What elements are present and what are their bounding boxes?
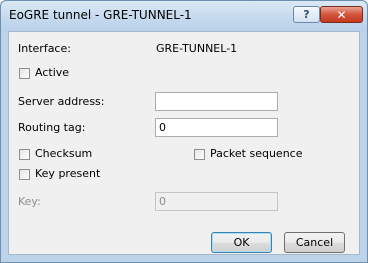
server-address-input[interactable] xyxy=(155,92,278,111)
interface-label: Interface: xyxy=(18,42,71,55)
packet-sequence-label[interactable]: Packet sequence xyxy=(210,147,303,160)
active-label[interactable]: Active xyxy=(35,66,69,79)
key-input xyxy=(155,192,278,211)
active-checkbox[interactable] xyxy=(19,68,30,79)
key-present-checkbox[interactable] xyxy=(19,169,30,180)
help-icon: ? xyxy=(303,8,310,21)
close-button[interactable]: ✕ xyxy=(320,6,363,23)
key-label: Key: xyxy=(18,195,41,208)
interface-value: GRE-TUNNEL-1 xyxy=(156,42,238,55)
close-icon: ✕ xyxy=(336,7,347,22)
checksum-checkbox[interactable] xyxy=(19,149,30,160)
server-address-label: Server address: xyxy=(18,95,105,108)
key-present-label[interactable]: Key present xyxy=(35,167,100,180)
dialog-window: EoGRE tunnel - GRE-TUNNEL-1 ? ✕ Interfac… xyxy=(0,0,368,263)
cancel-button[interactable]: Cancel xyxy=(284,232,345,253)
title-bar[interactable]: EoGRE tunnel - GRE-TUNNEL-1 ? ✕ xyxy=(1,1,367,31)
window-title: EoGRE tunnel - GRE-TUNNEL-1 xyxy=(9,8,192,22)
ok-button[interactable]: OK xyxy=(211,232,272,253)
packet-sequence-checkbox[interactable] xyxy=(194,149,205,160)
dialog-body: Interface: GRE-TUNNEL-1 Active Server ad… xyxy=(8,31,360,255)
routing-tag-label: Routing tag: xyxy=(18,121,86,134)
checksum-label[interactable]: Checksum xyxy=(35,147,92,160)
routing-tag-input[interactable] xyxy=(155,118,278,137)
help-button[interactable]: ? xyxy=(293,6,320,23)
